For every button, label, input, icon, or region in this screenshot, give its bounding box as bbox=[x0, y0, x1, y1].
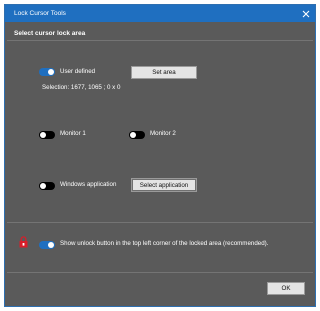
toggle-knob bbox=[48, 242, 54, 248]
lock-cursor-tools-window: Lock Cursor Tools Select cursor lock are… bbox=[4, 4, 316, 307]
toggle-knob bbox=[48, 69, 54, 75]
lock-icon bbox=[19, 236, 28, 248]
close-button[interactable] bbox=[299, 7, 312, 20]
unlock-option-label: Show unlock button in the top left corne… bbox=[60, 240, 269, 247]
select-application-focus-ring: Select application bbox=[132, 179, 196, 191]
toggle-knob bbox=[40, 132, 46, 138]
ok-label: OK bbox=[281, 285, 291, 292]
monitor-1-label: Monitor 1 bbox=[60, 130, 86, 137]
user-defined-label: User defined bbox=[60, 68, 96, 75]
unlock-button-toggle[interactable] bbox=[39, 241, 55, 249]
window-title: Lock Cursor Tools bbox=[14, 10, 66, 17]
windows-application-label: Windows application bbox=[60, 181, 117, 188]
close-icon bbox=[302, 10, 309, 17]
set-area-button[interactable]: Set area bbox=[131, 66, 197, 79]
divider-bottom bbox=[7, 272, 313, 273]
divider-top bbox=[7, 40, 313, 41]
monitor-2-label: Monitor 2 bbox=[150, 130, 176, 137]
user-defined-toggle[interactable] bbox=[39, 68, 55, 76]
divider-middle bbox=[7, 222, 313, 223]
ok-button[interactable]: OK bbox=[267, 282, 305, 295]
monitor-1-toggle[interactable] bbox=[39, 131, 55, 139]
selection-readout: Selection: 1677, 1065 ; 0 x 0 bbox=[42, 84, 121, 91]
section-heading: Select cursor lock area bbox=[14, 30, 86, 37]
select-application-button[interactable]: Select application bbox=[131, 178, 197, 192]
toggle-knob bbox=[130, 132, 136, 138]
toggle-knob bbox=[40, 183, 46, 189]
title-bar[interactable]: Lock Cursor Tools bbox=[5, 5, 315, 22]
select-application-label: Select application bbox=[139, 181, 189, 189]
monitor-2-toggle[interactable] bbox=[129, 131, 145, 139]
set-area-label: Set area bbox=[152, 69, 176, 76]
windows-application-toggle[interactable] bbox=[39, 182, 55, 190]
